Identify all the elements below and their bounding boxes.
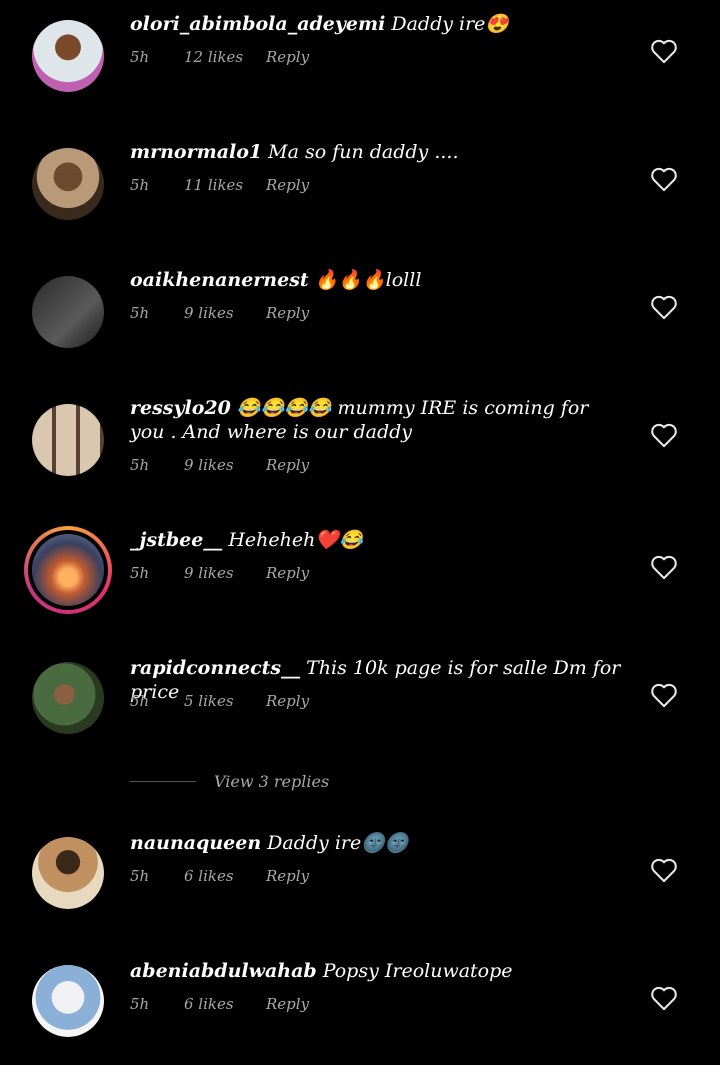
comment-time: 5h <box>130 456 150 474</box>
avatar[interactable] <box>32 965 104 1037</box>
avatar[interactable] <box>32 148 104 220</box>
comment-time: 5h <box>130 692 150 710</box>
reply-button[interactable]: Reply <box>266 176 309 194</box>
heart-outline-icon[interactable] <box>650 294 678 320</box>
view-replies-label: View 3 replies <box>214 771 330 791</box>
reply-button[interactable]: Reply <box>266 456 309 474</box>
avatar <box>32 534 104 606</box>
heart-outline-icon[interactable] <box>650 985 678 1011</box>
comment-username[interactable]: abeniabdulwahab <box>130 960 317 982</box>
comment-username[interactable]: ressylo20 <box>130 397 231 419</box>
comment-username[interactable]: naunaqueen <box>130 832 261 854</box>
comment-likes[interactable]: 9 likes <box>184 456 266 474</box>
comment-time: 5h <box>130 995 150 1013</box>
reply-button[interactable]: Reply <box>266 995 309 1013</box>
reply-button[interactable]: Reply <box>266 48 309 66</box>
comment-time: 5h <box>130 48 150 66</box>
comment-text: Ma so fun daddy .... <box>268 141 459 163</box>
heart-outline-icon[interactable] <box>650 166 678 192</box>
comment-username[interactable]: olori_abimbola_adeyemi <box>130 13 385 35</box>
comment-username[interactable]: oaikhenanernest <box>130 269 309 291</box>
view-replies-button[interactable]: View 3 replies <box>130 769 329 793</box>
comment-text: Popsy Ireoluwatope <box>322 960 513 982</box>
avatar-story-ring[interactable] <box>24 526 112 614</box>
avatar[interactable] <box>32 662 104 734</box>
reply-button[interactable]: Reply <box>266 692 309 710</box>
comment-username[interactable]: mrnormalo1 <box>130 141 262 163</box>
heart-outline-icon[interactable] <box>650 422 678 448</box>
heart-outline-icon[interactable] <box>650 554 678 580</box>
comment-likes[interactable]: 9 likes <box>184 564 266 582</box>
comment-likes[interactable]: 5 likes <box>184 692 266 710</box>
comment-likes[interactable]: 11 likes <box>184 176 266 194</box>
comment-time: 5h <box>130 176 150 194</box>
comment-text: 🔥🔥🔥lolll <box>314 269 422 291</box>
comment-time: 5h <box>130 867 150 885</box>
comment-likes[interactable]: 6 likes <box>184 867 266 885</box>
comment-username[interactable]: rapidconnects__ <box>130 657 300 679</box>
comment-username[interactable]: _jstbee__ <box>130 529 222 551</box>
reply-button[interactable]: Reply <box>266 304 309 322</box>
heart-outline-icon[interactable] <box>650 682 678 708</box>
avatar[interactable] <box>32 837 104 909</box>
reply-button[interactable]: Reply <box>266 867 309 885</box>
avatar[interactable] <box>32 404 104 476</box>
comment-likes[interactable]: 12 likes <box>184 48 266 66</box>
comment-time: 5h <box>130 304 150 322</box>
avatar[interactable] <box>32 276 104 348</box>
comment-likes[interactable]: 6 likes <box>184 995 266 1013</box>
replies-divider <box>130 780 196 782</box>
comment-text: Daddy ire😍 <box>391 13 510 35</box>
comment-text: Daddy ire🌚🌚 <box>267 832 409 854</box>
comment-text: Heheheh❤️😂 <box>228 529 363 551</box>
heart-outline-icon[interactable] <box>650 857 678 883</box>
comment-time: 5h <box>130 564 150 582</box>
comment-likes[interactable]: 9 likes <box>184 304 266 322</box>
reply-button[interactable]: Reply <box>266 564 309 582</box>
avatar[interactable] <box>32 20 104 92</box>
heart-outline-icon[interactable] <box>650 38 678 64</box>
